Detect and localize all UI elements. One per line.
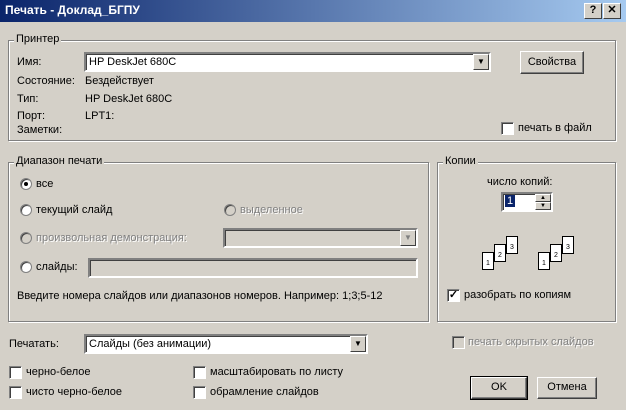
print-to-file-label: печать в файл: [518, 122, 592, 134]
frame-slides-checkbox[interactable]: [193, 386, 206, 399]
notes-label: Заметки:: [17, 124, 63, 136]
collate-illustration: 3 2 1 3 2 1: [482, 236, 592, 280]
print-range-group-label: Диапазон печати: [14, 155, 105, 167]
close-button[interactable]: ✕: [603, 3, 621, 19]
grayscale-checkbox[interactable]: [9, 366, 22, 379]
type-value: HP DeskJet 680C: [85, 93, 173, 105]
page-icon: 3: [506, 236, 518, 254]
range-selection-label: выделенное: [240, 204, 303, 216]
copies-group-label: Копии: [443, 155, 478, 167]
custom-show-combobox[interactable]: ▼: [223, 228, 418, 248]
printer-group-label: Принтер: [14, 33, 62, 45]
copies-count-label: число копий:: [487, 176, 553, 188]
range-slides-label: слайды:: [36, 261, 78, 273]
print-what-combobox[interactable]: Слайды (без анимации) ▼: [84, 334, 368, 354]
port-label: Порт:: [17, 110, 45, 122]
window-title: Печать - Доклад_БГПУ: [5, 3, 140, 17]
pure-bw-checkbox[interactable]: [9, 386, 22, 399]
print-what-value: Слайды (без анимации): [89, 338, 212, 350]
page-icon: 2: [494, 244, 506, 262]
range-custom-show-label: произвольная демонстрация:: [36, 232, 187, 244]
help-button[interactable]: ?: [584, 3, 602, 19]
range-current-slide-label: текущий слайд: [36, 204, 113, 216]
title-bar: Печать - Доклад_БГПУ ? ✕: [0, 0, 626, 22]
print-what-label: Печатать:: [9, 338, 59, 350]
hidden-slides-label: печать скрытых слайдов: [468, 336, 594, 348]
page-icon: 3: [562, 236, 574, 254]
ok-button[interactable]: OK: [470, 376, 528, 400]
pure-bw-label: чисто черно-белое: [26, 386, 122, 398]
status-label: Состояние:: [17, 75, 75, 87]
page-icon: 1: [538, 252, 550, 270]
hidden-slides-checkbox[interactable]: [452, 336, 465, 349]
cancel-button[interactable]: Отмена: [537, 377, 597, 399]
status-value: Бездействует: [85, 75, 154, 87]
range-custom-show-radio[interactable]: [20, 232, 32, 244]
copies-count-spinner[interactable]: 1 ▲ ▼: [501, 192, 553, 212]
copies-count-value: 1: [505, 195, 516, 207]
range-all-label: все: [36, 178, 54, 190]
chevron-down-icon[interactable]: ▼: [473, 54, 489, 70]
printer-name-combobox[interactable]: HP DeskJet 680C ▼: [84, 52, 491, 72]
port-value: LPT1:: [85, 110, 115, 122]
grayscale-label: черно-белое: [26, 366, 91, 378]
page-icon: 2: [550, 244, 562, 262]
scale-to-fit-checkbox[interactable]: [193, 366, 206, 379]
radio-selected-dot: [24, 182, 28, 186]
range-selection-radio[interactable]: [224, 204, 236, 216]
slides-input[interactable]: [88, 258, 418, 278]
scale-to-fit-label: масштабировать по листу: [210, 366, 343, 378]
page-icon: 1: [482, 252, 494, 270]
collate-checkbox[interactable]: ✓: [447, 289, 460, 302]
range-slides-radio[interactable]: [20, 261, 32, 273]
properties-button[interactable]: Свойства: [520, 51, 584, 74]
chevron-down-icon[interactable]: ▼: [400, 230, 416, 246]
type-label: Тип:: [17, 93, 39, 105]
range-all-radio[interactable]: [20, 178, 32, 190]
printer-name-label: Имя:: [17, 56, 42, 68]
print-to-file-checkbox[interactable]: [501, 122, 514, 135]
spin-up-icon[interactable]: ▲: [535, 194, 551, 202]
chevron-down-icon[interactable]: ▼: [350, 336, 366, 352]
collate-label: разобрать по копиям: [464, 289, 572, 301]
range-current-slide-radio[interactable]: [20, 204, 32, 216]
frame-slides-label: обрамление слайдов: [210, 386, 319, 398]
range-hint: Введите номера слайдов или диапазонов но…: [17, 290, 383, 302]
spin-down-icon[interactable]: ▼: [535, 202, 551, 210]
printer-name-value: HP DeskJet 680C: [89, 56, 177, 68]
